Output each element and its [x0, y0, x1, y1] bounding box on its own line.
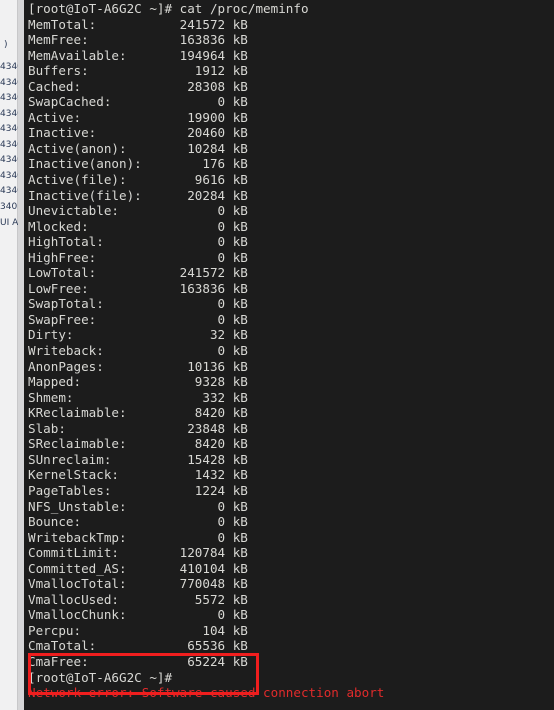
meminfo-row: SwapCached: 0 kB	[28, 94, 248, 110]
meminfo-row: HighTotal: 0 kB	[28, 234, 248, 250]
meminfo-row: MemTotal: 241572 kB	[28, 16, 248, 32]
meminfo-row: CmaFree: 65224 kB	[28, 653, 248, 669]
meminfo-row: AnonPages: 10136 kB	[28, 358, 248, 374]
meminfo-list: MemTotal: 241572 kB MemFree: 163836 kB Mem…	[28, 17, 554, 670]
meminfo-row: LowTotal: 241572 kB	[28, 265, 248, 281]
meminfo-row: Buffers: 1912 kB	[28, 63, 248, 79]
meminfo-row: CommitLimit: 120784 kB	[28, 545, 248, 561]
meminfo-row: LowFree: 163836 kB	[28, 280, 248, 296]
meminfo-row: NFS_Unstable: 0 kB	[28, 498, 248, 514]
meminfo-row: Percpu: 104 kB	[28, 622, 248, 638]
meminfo-row: KernelStack: 1432 kB	[28, 467, 248, 483]
meminfo-row: Committed_AS: 410104 kB	[28, 560, 248, 576]
meminfo-row: Cached: 28308 kB	[28, 78, 248, 94]
meminfo-row: Slab: 23848 kB	[28, 420, 248, 436]
terminal-error-line: Network error: Software caused connectio…	[28, 685, 385, 701]
meminfo-row: Writeback: 0 kB	[28, 343, 248, 359]
meminfo-row: HighFree: 0 kB	[28, 249, 248, 265]
meminfo-row: SReclaimable: 8420 kB	[28, 436, 248, 452]
meminfo-row: Dirty: 32 kB	[28, 327, 248, 343]
meminfo-row: SwapTotal: 0 kB	[28, 296, 248, 312]
meminfo-row: Unevictable: 0 kB	[28, 203, 248, 219]
terminal-window[interactable]: [root@IoT-A6G2C ~]# cat /proc/meminfo Me…	[24, 0, 554, 710]
meminfo-row: MemAvailable: 194964 kB	[28, 47, 248, 63]
meminfo-row: Active(anon): 10284 kB	[28, 140, 248, 156]
meminfo-row: KReclaimable: 8420 kB	[28, 405, 248, 421]
meminfo-row: VmallocUsed: 5572 kB	[28, 591, 248, 607]
meminfo-row: Active(file): 9616 kB	[28, 172, 248, 188]
meminfo-row: Mlocked: 0 kB	[28, 218, 248, 234]
screenshot-root: ) 4340 4340 4340 4340 4340 4340 4340 4340 4340 340…	[0, 0, 554, 710]
meminfo-row: Inactive(file): 20284 kB	[28, 187, 248, 203]
meminfo-row: Inactive: 20460 kB	[28, 125, 248, 141]
terminal-trailing-prompt: [root@IoT-A6G2C ~]#	[28, 669, 173, 685]
meminfo-row: SUnreclaim: 15428 kB	[28, 451, 248, 467]
meminfo-row: Mapped: 9328 kB	[28, 374, 248, 390]
meminfo-row: WritebackTmp: 0 kB	[28, 529, 248, 545]
meminfo-row: Shmem: 332 kB	[28, 389, 248, 405]
meminfo-row: CmaTotal: 65536 kB	[28, 638, 248, 654]
meminfo-row: Inactive(anon): 176 kB	[28, 156, 248, 172]
meminfo-row: VmallocChunk: 0 kB	[28, 607, 248, 623]
terminal-output[interactable]: [root@IoT-A6G2C ~]# cat /proc/meminfo Me…	[28, 1, 554, 701]
meminfo-row: MemFree: 163836 kB	[28, 32, 248, 48]
meminfo-row: VmallocTotal: 770048 kB	[28, 576, 248, 592]
meminfo-row: SwapFree: 0 kB	[28, 311, 248, 327]
terminal-command-line: [root@IoT-A6G2C ~]# cat /proc/meminfo	[28, 1, 309, 16]
meminfo-row: PageTables: 1224 kB	[28, 482, 248, 498]
meminfo-row: Bounce: 0 kB	[28, 514, 248, 530]
meminfo-row: Active: 19900 kB	[28, 109, 248, 125]
